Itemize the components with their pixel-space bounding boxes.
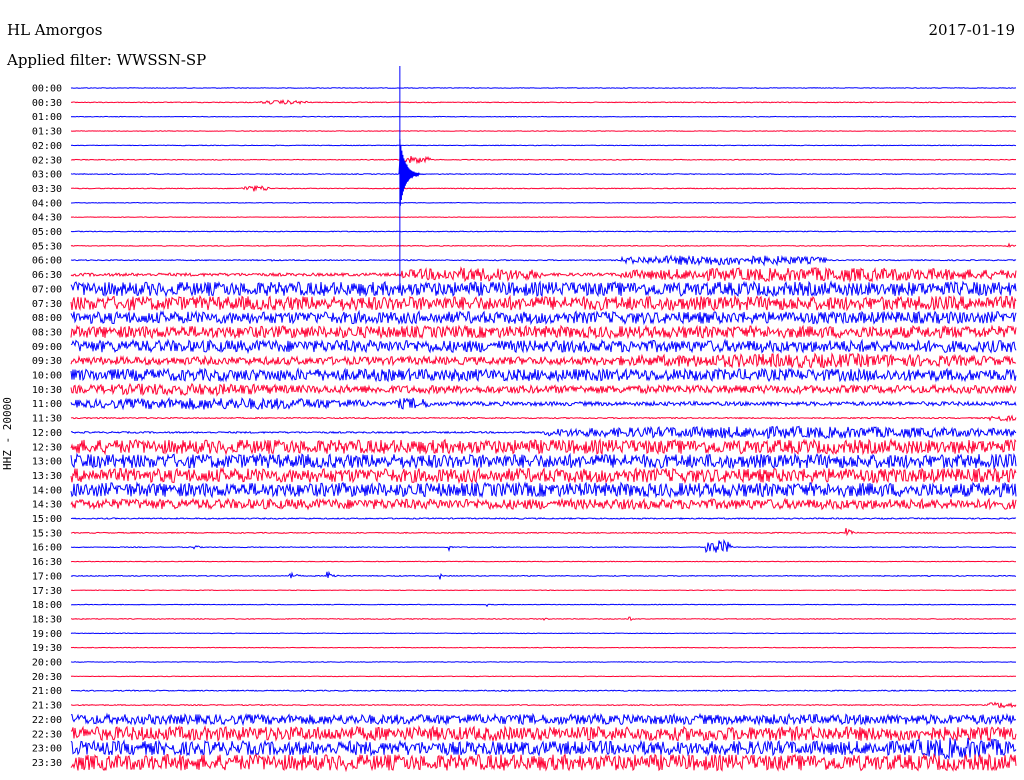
tick-label: 23:00 — [32, 744, 62, 755]
trace-line — [70, 115, 1017, 118]
tick-label: 18:00 — [32, 600, 62, 611]
trace-line — [70, 497, 1017, 511]
trace-line — [70, 437, 1017, 456]
trace-line — [70, 752, 1017, 773]
trace-line — [70, 156, 1017, 191]
trace-line — [70, 338, 1017, 355]
tick-label: 03:00 — [32, 170, 62, 181]
tick-label: 19:00 — [32, 629, 62, 640]
trace-line — [70, 130, 1017, 132]
tick-label: 06:00 — [32, 256, 62, 267]
trace-line — [70, 254, 1017, 267]
trace-line — [70, 481, 1017, 499]
tick-label: 22:30 — [32, 729, 62, 740]
trace-line — [70, 689, 1017, 692]
tick-label: 17:00 — [32, 571, 62, 582]
trace-line — [70, 603, 1017, 608]
trace-line — [70, 661, 1017, 663]
tick-label: 08:00 — [32, 313, 62, 324]
trace-line — [70, 528, 1017, 537]
trace-line — [70, 396, 1017, 411]
trace-line — [70, 294, 1017, 312]
trace-line — [70, 538, 1017, 554]
tick-label: 02:30 — [32, 155, 62, 166]
tick-label: 08:30 — [32, 327, 62, 338]
tick-label: 07:30 — [32, 299, 62, 310]
event-waveform — [399, 139, 420, 206]
tick-label: 12:30 — [32, 442, 62, 453]
trace-line — [70, 675, 1016, 678]
tick-label: 16:30 — [32, 557, 62, 568]
tick-label: 16:00 — [32, 543, 62, 554]
trace-line — [70, 616, 1017, 622]
trace-line — [70, 185, 1017, 192]
tick-label: 21:30 — [32, 701, 62, 712]
trace-line — [70, 452, 1017, 470]
trace-line — [70, 309, 1017, 326]
tick-label: 21:00 — [32, 686, 62, 697]
trace-line — [70, 144, 1017, 147]
tick-label: 05:00 — [32, 227, 62, 238]
tick-label: 03:30 — [32, 184, 62, 195]
tick-label: 02:00 — [32, 141, 62, 152]
tick-label: 14:30 — [32, 500, 62, 511]
tick-label: 22:00 — [32, 715, 62, 726]
tick-label: 04:00 — [32, 198, 62, 209]
seismogram-plot: 00:00 00:30 01:00 01:30 02:00 02:30 03:00 03:30… — [32, 66, 1017, 773]
trace-line — [70, 324, 1017, 340]
tick-label: 20:30 — [32, 672, 62, 683]
tick-label: 13:00 — [32, 457, 62, 468]
tick-label: 11:00 — [32, 399, 62, 410]
trace-line — [70, 712, 1016, 727]
trace-line — [70, 155, 1017, 165]
trace-line — [70, 414, 1017, 423]
tick-label: 07:00 — [32, 284, 62, 295]
tick-label: 00:00 — [32, 84, 62, 95]
trace-line — [70, 382, 1017, 397]
tick-label: 19:30 — [32, 643, 62, 654]
trace-line — [70, 87, 1017, 89]
trace-line — [70, 517, 1017, 520]
tick-label: 15:30 — [32, 528, 62, 539]
trace-line — [70, 701, 1017, 709]
tick-label: 06:30 — [32, 270, 62, 281]
tick-label: 04:30 — [32, 213, 62, 224]
trace-line — [70, 280, 1017, 298]
trace-line — [70, 466, 1017, 485]
tick-label: 14:00 — [32, 485, 62, 496]
trace-line — [70, 230, 1017, 233]
trace-line — [71, 201, 1017, 204]
trace-line — [70, 646, 1017, 649]
tick-label: 05:30 — [32, 241, 62, 252]
tick-label: 13:30 — [32, 471, 62, 482]
tick-label: 01:00 — [32, 112, 62, 123]
tick-label: 00:30 — [32, 98, 62, 109]
tick-label: 15:00 — [32, 514, 62, 525]
tick-label: 17:30 — [32, 586, 62, 597]
trace-line — [70, 216, 1017, 218]
tick-label: 20:00 — [32, 658, 62, 669]
tick-label: 18:30 — [32, 614, 62, 625]
trace-line — [70, 367, 1017, 383]
trace-line — [70, 570, 1016, 580]
tick-label: 23:30 — [32, 758, 62, 769]
tick-label: 01:30 — [32, 127, 62, 138]
trace-line — [70, 725, 1017, 743]
tick-label: 12:00 — [32, 428, 62, 439]
trace-line — [70, 425, 1017, 440]
tick-label: 09:00 — [32, 342, 62, 353]
trace-line — [70, 352, 1017, 369]
tick-label: 11:30 — [32, 414, 62, 425]
trace-line — [70, 632, 1017, 635]
trace-line — [70, 737, 1017, 760]
trace-line — [70, 242, 1017, 248]
tick-label: 10:00 — [32, 371, 62, 382]
trace-line — [70, 266, 1017, 283]
trace-line — [70, 589, 1017, 592]
trace-line — [70, 99, 1017, 105]
tick-label: 10:30 — [32, 385, 62, 396]
tick-label: 09:30 — [32, 356, 62, 367]
trace-line — [70, 560, 1017, 563]
